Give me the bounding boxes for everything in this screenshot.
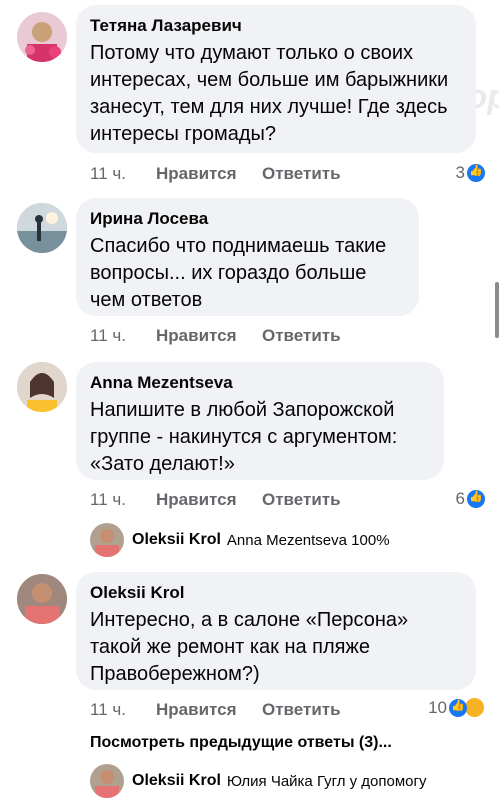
reply-author[interactable]: Oleksii Krol [132,531,221,549]
like-reaction-icon [449,698,467,717]
comment-text: Напишите в любой Запорожской группе - на… [90,399,398,475]
avatar[interactable] [17,362,67,412]
avatar[interactable] [17,574,67,624]
comment-bubble: Anna Mezentseva Напишите в любой Запорож… [76,362,444,480]
comment-actions: 11 ч. Нравится Ответить [90,163,341,185]
reply-author[interactable]: Oleksii Krol [132,772,221,790]
reply-text: Anna Mezentseva 100% [226,531,390,549]
comment-actions: 11 ч. Нравится Ответить [90,325,341,347]
comment-time[interactable]: 11 ч. [90,700,156,720]
comment-time[interactable]: 11 ч. [90,326,156,346]
like-button[interactable]: Нравится [156,326,262,346]
reactions-count: 10 [428,697,447,717]
comment-time[interactable]: 11 ч. [90,490,156,510]
reply-text: Юлия Чайка Гугл у допомогу [226,772,427,790]
reply-button[interactable]: Ответить [262,164,341,184]
comment-author[interactable]: Тетяна Лазаревич [90,15,462,37]
haha-reaction-icon [464,697,485,718]
comment-author[interactable]: Oleksii Krol [90,582,462,604]
comment-bubble: Тетяна Лазаревич Потому что думают тольк… [76,5,476,153]
scrollbar[interactable] [495,282,499,338]
like-reaction-icon [467,164,485,182]
comment-author[interactable]: Ирина Лосева [90,208,405,230]
comment-bubble: Oleksii Krol Интересно, а в салоне «Перс… [76,572,476,690]
like-reaction-icon [467,490,485,508]
comment-text: Спасибо что поднимаешь такие вопросы... … [90,235,387,311]
comment-text: Потому что думают только о своих интерес… [90,42,449,145]
view-previous-replies-link[interactable]: Посмотреть предыдущие ответы (3)... [90,734,392,752]
reply-preview[interactable]: Oleksii Krol Юлия Чайка Гугл у допомогу [90,764,426,798]
reply-button[interactable]: Ответить [262,490,341,510]
reactions-count: 6 [455,489,465,508]
avatar[interactable] [17,203,67,253]
avatar[interactable] [17,12,67,62]
reactions[interactable]: 10 [428,697,485,718]
comment-time[interactable]: 11 ч. [90,164,156,184]
like-button[interactable]: Нравится [156,164,262,184]
like-button[interactable]: Нравится [156,700,262,720]
like-button[interactable]: Нравится [156,490,262,510]
reply-preview[interactable]: Oleksii Krol Anna Mezentseva 100% [90,523,390,557]
comment-actions: 11 ч. Нравится Ответить [90,699,341,721]
comment-text: Интересно, а в салоне «Персона» такой же… [90,609,409,685]
comment-author[interactable]: Anna Mezentseva [90,372,430,394]
comment-bubble: Ирина Лосева Спасибо что поднимаешь таки… [76,198,419,316]
reply-button[interactable]: Ответить [262,700,341,720]
comment-actions: 11 ч. Нравится Ответить [90,489,341,511]
reactions[interactable]: 6 [456,489,485,509]
reactions-count: 3 [455,163,465,182]
reactions[interactable]: 3 [456,163,485,183]
avatar[interactable] [90,764,124,798]
reply-button[interactable]: Ответить [262,326,341,346]
avatar[interactable] [90,523,124,557]
